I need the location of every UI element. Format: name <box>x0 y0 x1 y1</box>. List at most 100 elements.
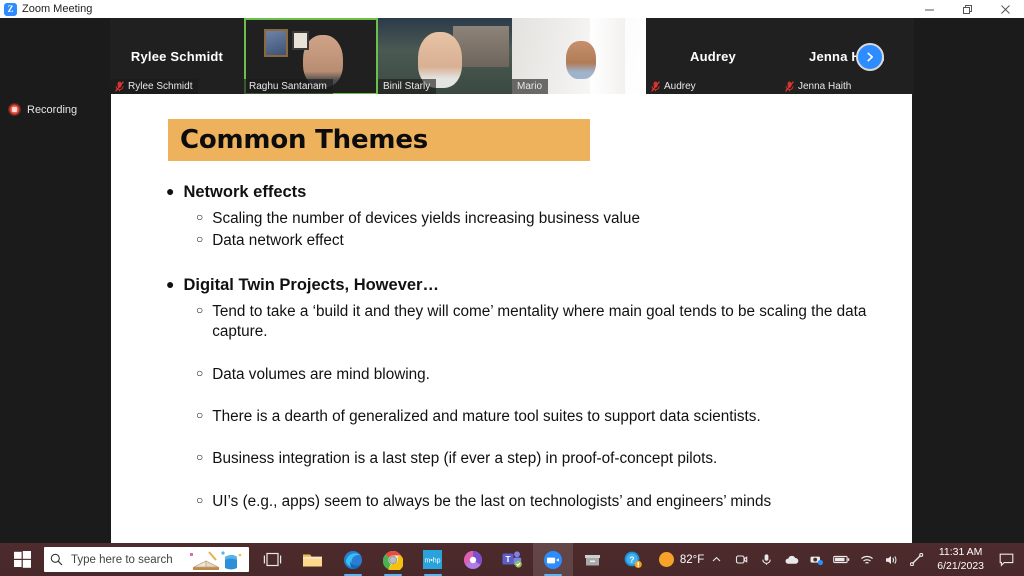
clock-time: 11:31 AM <box>938 546 983 559</box>
slide-bullet-level1: ● Network effects <box>166 182 898 203</box>
slide-bullet-level2: ○ There is a dearth of generalized and m… <box>196 407 898 427</box>
slide-bullet-text: Business integration is a last step (if … <box>212 450 718 468</box>
slide-bullet-level2: ○ Scaling the number of devices yields i… <box>196 209 898 229</box>
participant-tile[interactable]: Binil Starly <box>378 18 512 95</box>
slide-bullet-text: Tend to take a ‘build it and they will c… <box>212 302 867 341</box>
sun-icon <box>658 552 674 567</box>
recording-dot-icon <box>8 103 21 116</box>
participant-name-text: Audrey <box>664 81 696 92</box>
taskbar-clock[interactable]: 11:31 AM 6/21/2023 <box>929 546 992 572</box>
participant-name-text: Rylee Schmidt <box>128 81 193 92</box>
filmstrip-next-page-button[interactable] <box>825 18 915 95</box>
search-placeholder: Type here to search <box>71 553 173 566</box>
power-bi-icon[interactable] <box>453 543 493 576</box>
filled-bullet-icon: ● <box>166 276 175 293</box>
recording-indicator[interactable]: Recording <box>8 103 77 116</box>
restore-icon[interactable] <box>948 0 986 18</box>
slide-body: ● Network effects ○ Scaling the number o… <box>166 182 898 514</box>
google-chrome-icon[interactable] <box>373 543 413 576</box>
zoom-app-icon[interactable] <box>532 543 573 576</box>
participant-name-badge: Binil Starly <box>378 79 437 95</box>
shared-screen-slide: Common Themes ● Network effects ○ Scalin… <box>111 94 912 543</box>
svg-text:T: T <box>506 554 512 564</box>
search-icon <box>50 553 63 566</box>
window-titlebar: Z Zoom Meeting <box>0 0 1024 18</box>
taskbar-weather-widget[interactable]: 82°F <box>658 552 705 567</box>
weather-temperature: 82°F <box>679 553 705 566</box>
zoom-meeting-window: Rylee Schmidt Rylee Schmidt Raghu Santan… <box>0 18 1024 543</box>
microsoft-edge-icon[interactable] <box>333 543 373 576</box>
hollow-bullet-icon: ○ <box>196 492 204 507</box>
participant-filmstrip: Rylee Schmidt Rylee Schmidt Raghu Santan… <box>110 18 915 95</box>
windows-taskbar: Type here to search m•hp T ? 82°F 11:31 … <box>0 543 1024 576</box>
file-explorer-icon[interactable] <box>293 543 333 576</box>
close-icon[interactable] <box>986 0 1024 18</box>
participant-tile[interactable]: Audrey Audrey <box>646 18 780 95</box>
blue-app-icon[interactable]: m•hp <box>413 543 453 576</box>
help-app-icon[interactable]: ? <box>613 543 653 576</box>
slide-bullet-level1: ● Digital Twin Projects, However… <box>166 275 898 296</box>
slide-bullet-text: Data network effect <box>212 231 344 249</box>
hollow-bullet-icon: ○ <box>196 209 204 224</box>
volume-icon[interactable] <box>879 543 904 576</box>
hollow-bullet-icon: ○ <box>196 450 204 465</box>
next-page-icon <box>856 42 884 71</box>
search-decoration-icon <box>183 547 247 572</box>
slide-bullet-text: There is a dearth of generalized and mat… <box>212 407 761 425</box>
wifi-icon[interactable] <box>854 543 879 576</box>
slide-bullet-level2: ○ Data volumes are mind blowing. <box>196 365 898 385</box>
battery-icon[interactable] <box>829 543 854 576</box>
slide-bullet-text: Data volumes are mind blowing. <box>212 365 430 383</box>
recording-label: Recording <box>27 103 78 116</box>
taskbar-app-list: m•hp T ? <box>253 543 653 576</box>
hollow-bullet-icon: ○ <box>196 365 204 380</box>
slide-bullet-level2: ○ Tend to take a ‘build it and they will… <box>196 302 898 343</box>
slide-bullet-text: Digital Twin Projects, However… <box>183 276 439 295</box>
participant-name-text: Mario <box>517 81 543 92</box>
zoom-logo-icon: Z <box>4 2 17 16</box>
onedrive-icon[interactable] <box>779 543 804 576</box>
clock-date: 6/21/2023 <box>937 559 984 572</box>
participant-tile[interactable]: Rylee Schmidt Rylee Schmidt <box>110 18 244 95</box>
windows-start-icon[interactable] <box>0 543 44 576</box>
slide-title: Common Themes <box>180 125 429 155</box>
participant-name-badge: Rylee Schmidt <box>110 79 199 95</box>
svg-text:m•hp: m•hp <box>425 558 441 565</box>
slide-bullet-text: Network effects <box>183 183 307 201</box>
participant-name-badge: Raghu Santanam <box>244 79 333 95</box>
participant-tile[interactable]: Mario <box>512 18 646 95</box>
muted-mic-icon <box>115 81 124 92</box>
window-title: Zoom Meeting <box>22 3 93 15</box>
filled-bullet-icon: ● <box>166 183 175 199</box>
slide-bullet-text: Scaling the number of devices yields inc… <box>212 209 640 227</box>
pen-icon[interactable] <box>904 543 929 576</box>
muted-mic-icon <box>651 81 660 92</box>
hollow-bullet-icon: ○ <box>196 231 204 246</box>
search-input[interactable]: Type here to search <box>44 547 249 572</box>
hollow-bullet-icon: ○ <box>196 407 204 422</box>
slide-bullet-level2: ○ Business integration is a last step (i… <box>196 449 898 469</box>
webcam-icon[interactable] <box>804 543 829 576</box>
svg-text:?: ? <box>629 554 634 564</box>
participant-name-text: Binil Starly <box>383 81 431 92</box>
notification-icon[interactable] <box>992 543 1020 576</box>
participant-tile[interactable]: Raghu Santanam <box>244 18 378 95</box>
hollow-bullet-icon: ○ <box>196 302 204 317</box>
participant-name-badge: Mario <box>512 79 549 95</box>
slide-bullet-level2: ○ UI’s (e.g., apps) seem to always be th… <box>196 492 898 512</box>
window-controls <box>910 0 1024 18</box>
slide-bullet-text: UI’s (e.g., apps) seem to always be the … <box>212 492 772 510</box>
participant-name-text: Raghu Santanam <box>249 81 327 92</box>
muted-mic-icon <box>785 81 794 92</box>
microphone-icon[interactable] <box>754 543 779 576</box>
slide-title-band: Common Themes <box>168 119 590 161</box>
minimize-icon[interactable] <box>910 0 948 18</box>
system-tray: 11:31 AM 6/21/2023 <box>704 543 1024 576</box>
participant-name-badge: Audrey <box>646 79 702 95</box>
chevron-up-icon[interactable] <box>704 543 729 576</box>
camera-icon[interactable] <box>729 543 754 576</box>
task-view-icon[interactable] <box>253 543 293 576</box>
microsoft-teams-icon[interactable]: T <box>493 543 533 576</box>
archive-app-icon[interactable] <box>573 543 613 576</box>
